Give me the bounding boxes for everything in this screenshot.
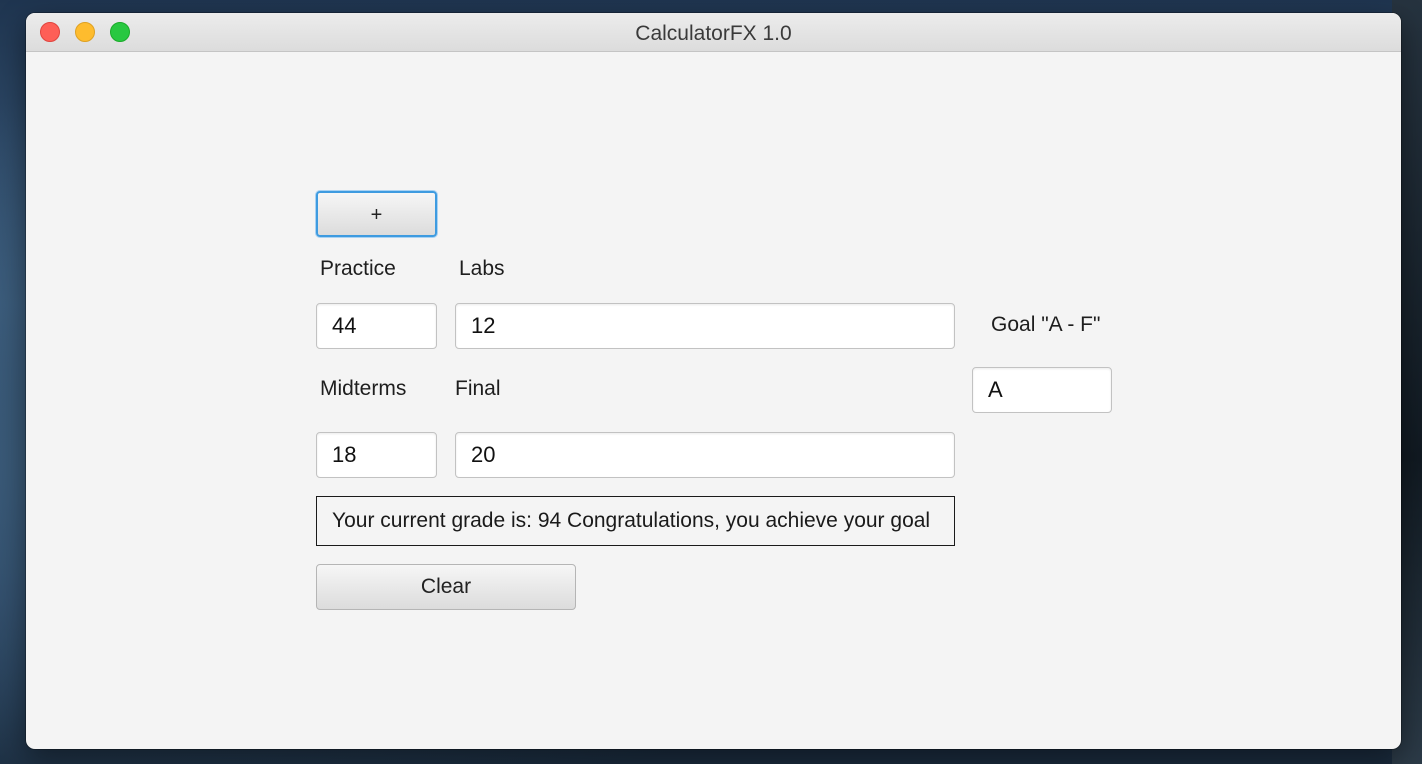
practice-label: Practice <box>320 257 396 280</box>
labs-label: Labs <box>459 257 505 280</box>
clear-button[interactable]: Clear <box>316 564 576 610</box>
midterms-field[interactable] <box>316 432 437 478</box>
final-label: Final <box>455 377 501 400</box>
final-field[interactable] <box>455 432 955 478</box>
goal-label: Goal "A - F" <box>991 313 1101 336</box>
calculator-form: + Practice Labs Goal "A - F" Midterms Fi… <box>26 52 1401 749</box>
midterms-label: Midterms <box>320 377 407 400</box>
title-bar[interactable]: CalculatorFX 1.0 <box>26 13 1401 52</box>
practice-field[interactable] <box>316 303 437 349</box>
grade-result-text: Your current grade is: 94 Congratulation… <box>316 496 955 546</box>
app-window: CalculatorFX 1.0 + Practice Labs Goal "A… <box>26 13 1401 749</box>
window-title: CalculatorFX 1.0 <box>635 22 792 45</box>
goal-field[interactable] <box>972 367 1112 413</box>
labs-field[interactable] <box>455 303 955 349</box>
add-button[interactable]: + <box>316 191 437 237</box>
